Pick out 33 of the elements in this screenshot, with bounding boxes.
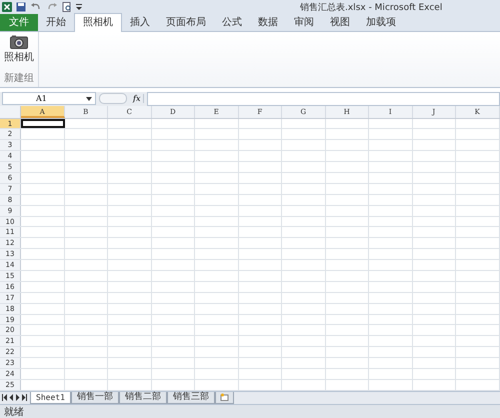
sheet-navigation-icon[interactable] bbox=[2, 394, 28, 401]
ribbon-tab[interactable]: 数据 bbox=[250, 14, 286, 32]
camera-button[interactable]: 照相机 bbox=[4, 35, 34, 64]
sheet-tab[interactable]: 销售二部 bbox=[118, 392, 167, 404]
ribbon-tab[interactable]: 视图 bbox=[322, 14, 358, 32]
group-label: 新建组 bbox=[4, 72, 34, 85]
ribbon-tab[interactable]: 加载项 bbox=[358, 14, 404, 32]
sheet-tab[interactable]: Sheet1 bbox=[30, 392, 71, 404]
status-text: 就绪 bbox=[4, 406, 24, 418]
dropdown-arrow-icon[interactable] bbox=[76, 2, 82, 11]
name-box[interactable]: A1 bbox=[2, 92, 96, 106]
sheet-tab[interactable]: 销售三部 bbox=[166, 392, 215, 404]
ribbon-tab[interactable]: 照相机 bbox=[74, 13, 122, 32]
insert-sheet-button[interactable] bbox=[214, 392, 234, 404]
insert-function-button[interactable]: fx bbox=[130, 94, 144, 104]
ribbon-tab[interactable]: 公式 bbox=[214, 14, 250, 32]
formula-bar-handle[interactable] bbox=[99, 93, 127, 104]
window-title: 销售汇总表.xlsx - Microsoft Excel bbox=[300, 2, 442, 14]
ribbon-tab[interactable]: 页面布局 bbox=[158, 14, 214, 32]
excel-logo-icon[interactable] bbox=[2, 2, 12, 12]
camera-icon bbox=[10, 35, 28, 50]
ribbon-tab[interactable]: 文件 bbox=[0, 14, 38, 32]
sheet-tab[interactable]: 销售一部 bbox=[70, 392, 119, 404]
ribbon-tab[interactable]: 审阅 bbox=[286, 14, 322, 32]
new-sheet-icon bbox=[220, 393, 229, 402]
print-preview-icon[interactable] bbox=[62, 2, 72, 12]
save-icon[interactable] bbox=[16, 2, 26, 12]
ribbon-tab[interactable]: 开始 bbox=[38, 14, 74, 32]
formula-input[interactable] bbox=[147, 92, 500, 106]
active-cell[interactable] bbox=[21, 118, 64, 128]
undo-icon[interactable] bbox=[30, 2, 42, 12]
ribbon-tab[interactable]: 插入 bbox=[122, 14, 158, 32]
dropdown-arrow-icon[interactable] bbox=[86, 96, 92, 101]
